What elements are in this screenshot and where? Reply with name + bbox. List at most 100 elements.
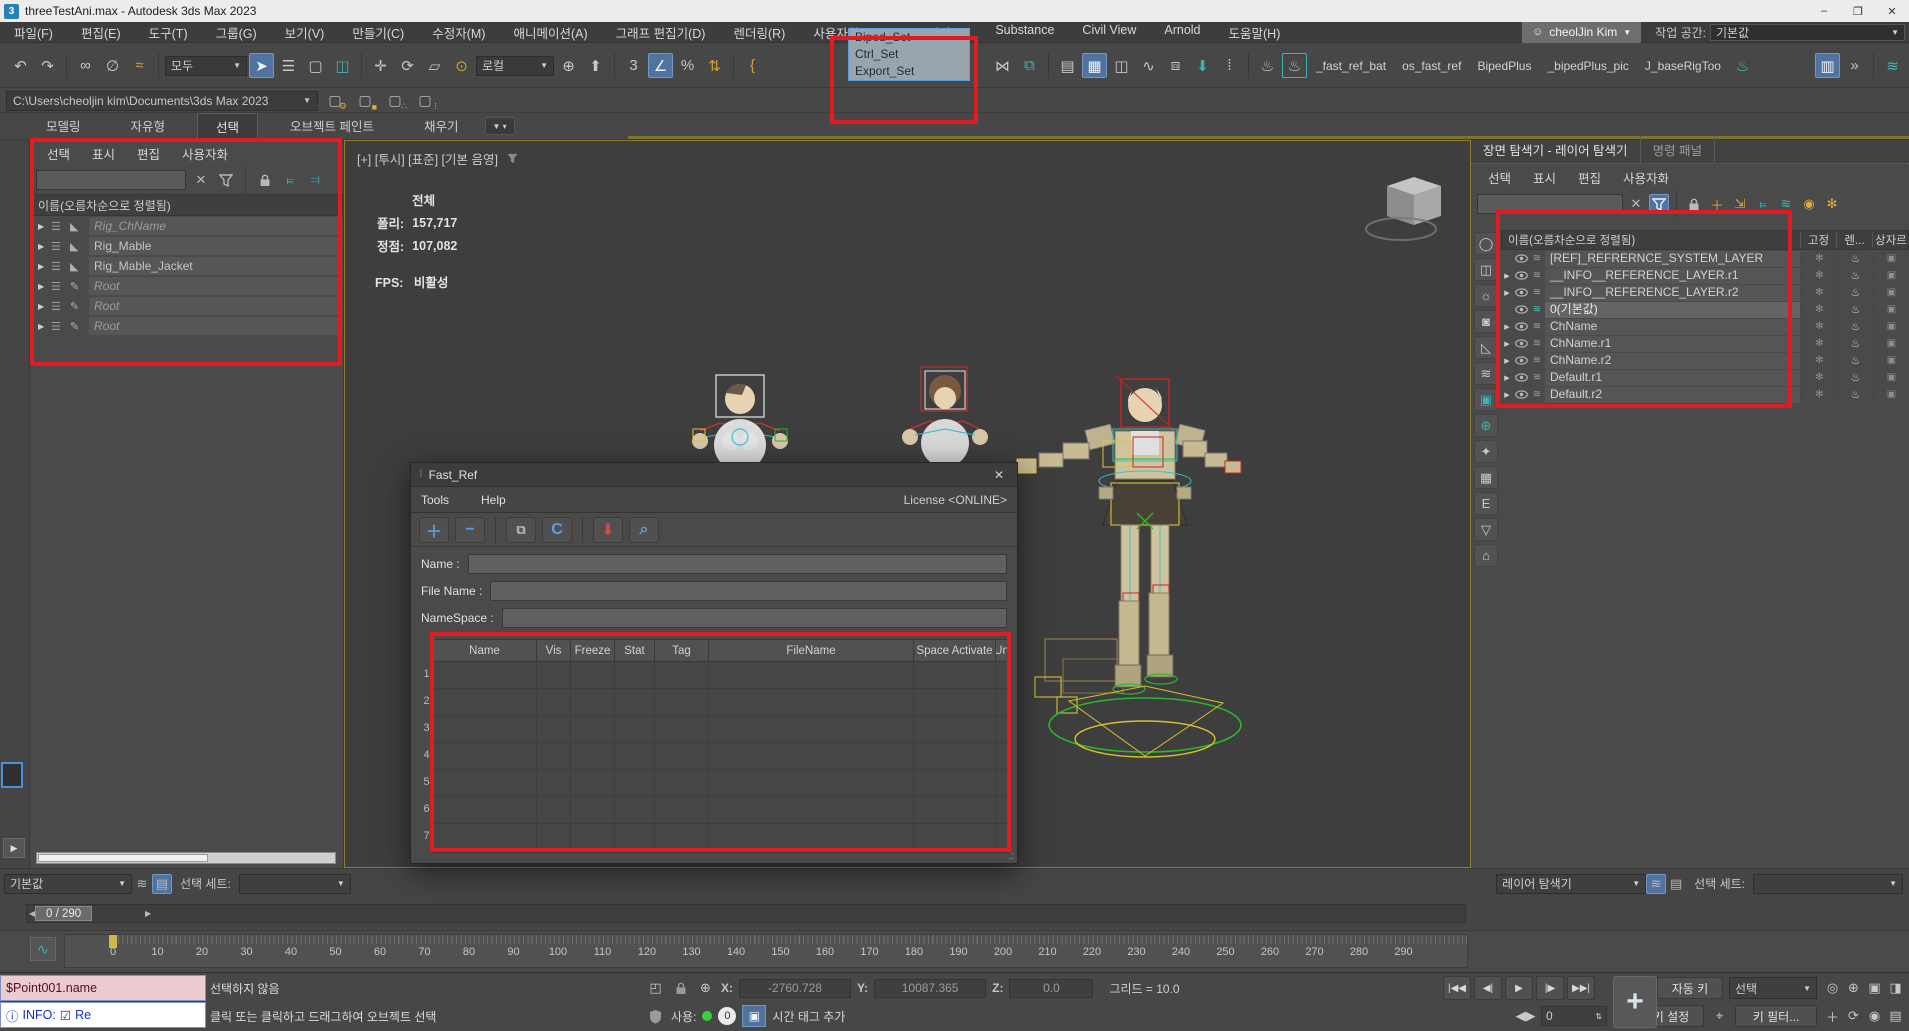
- set-keys-button[interactable]: +: [1613, 976, 1657, 1028]
- display-containers-icon[interactable]: ⊕: [1474, 414, 1498, 437]
- schematic-view-icon[interactable]: ⧈: [1163, 53, 1188, 78]
- script-button[interactable]: _bipedPlus_pic: [1540, 59, 1635, 73]
- redo-icon[interactable]: ↷: [35, 53, 60, 78]
- key-filters-button[interactable]: 키 필터...: [1735, 1005, 1817, 1027]
- add-to-layer-icon[interactable]: ⇲: [1730, 194, 1750, 214]
- layer-row[interactable]: ▶ ≋ __INFO__REFERENCE_LAYER.r2 ✻ ♨ ▣: [1501, 284, 1909, 301]
- layer-name[interactable]: [REF]_REFRERNCE_SYSTEM_LAYER: [1545, 251, 1800, 267]
- render-icon[interactable]: ♨: [1837, 252, 1873, 265]
- unlink-selection-icon[interactable]: ∅: [100, 53, 125, 78]
- script-button[interactable]: os_fast_ref: [1395, 59, 1468, 73]
- x-coordinate-field[interactable]: -2760.728: [739, 979, 851, 998]
- table-column-header[interactable]: FileName: [709, 640, 914, 661]
- time-tag-cube-icon[interactable]: ▣: [742, 1005, 766, 1027]
- menu-item[interactable]: 그룹(G): [202, 23, 271, 42]
- panel-menu-item[interactable]: 선택: [38, 142, 79, 165]
- search-input[interactable]: [1477, 194, 1623, 214]
- render-setup-icon[interactable]: ♨: [1255, 53, 1280, 78]
- table-column-header[interactable]: Tag: [655, 640, 709, 661]
- hierarchy-view-icon[interactable]: ⫢: [1753, 194, 1773, 214]
- transport-button[interactable]: |▶: [1536, 976, 1564, 1000]
- separator[interactable]: [614, 53, 615, 79]
- render-icon[interactable]: ♨: [1837, 388, 1873, 401]
- project-settings-icon[interactable]: ▢⚙: [322, 90, 348, 112]
- import-button[interactable]: ⬇: [593, 517, 623, 543]
- separator[interactable]: [1248, 53, 1249, 79]
- render-icon[interactable]: ♨: [1837, 303, 1873, 316]
- display-spacewarps-icon[interactable]: ≋: [1474, 362, 1498, 385]
- refresh-button[interactable]: C: [542, 517, 572, 543]
- menu-item[interactable]: Substance: [981, 23, 1068, 42]
- project-structure-icon[interactable]: ▢∴: [382, 90, 408, 112]
- dialog-title-bar[interactable]: ⁞⁞ Fast_Ref ✕: [411, 463, 1017, 487]
- ribbon-tab[interactable]: 채우기: [406, 113, 477, 140]
- table-column-header[interactable]: Vis: [537, 640, 571, 661]
- menu-item[interactable]: 수정자(M): [418, 23, 499, 42]
- user-account-menu[interactable]: ☺ cheolJin Kim ▼: [1522, 22, 1641, 43]
- selection-set-combo[interactable]: ▼: [239, 874, 351, 894]
- edit-named-selection-sets-icon[interactable]: {: [740, 53, 765, 78]
- search-button[interactable]: ⌕: [629, 517, 659, 543]
- align-icon[interactable]: ⧉: [1017, 53, 1042, 78]
- eye-toggle-icon[interactable]: ◉: [1799, 194, 1819, 214]
- project-pins-icon[interactable]: ▢⁝: [412, 90, 438, 112]
- walk-keymode-icon[interactable]: ⌖: [1710, 1007, 1729, 1026]
- listener-macro-line[interactable]: $Point001.name: [0, 975, 206, 1001]
- expand-arrow-icon[interactable]: ▶: [38, 302, 48, 311]
- layer-explorer-toggle-icon[interactable]: ▤: [152, 874, 172, 894]
- table-column-header[interactable]: Freeze: [571, 640, 615, 661]
- panel-menu-item[interactable]: 표시: [1524, 166, 1565, 189]
- bind-to-space-warp-icon[interactable]: ≈: [127, 53, 152, 78]
- display-helpers-icon[interactable]: ◺: [1474, 336, 1498, 359]
- name-field[interactable]: [468, 554, 1007, 574]
- dialog-close-button[interactable]: ✕: [989, 468, 1009, 482]
- panel-menu-item[interactable]: 표시: [83, 142, 124, 165]
- menu-item[interactable]: 그래프 편집기(D): [602, 23, 720, 42]
- select-and-link-icon[interactable]: ∞: [73, 53, 98, 78]
- display-lights-icon[interactable]: ☼: [1474, 284, 1498, 307]
- display-cameras-icon[interactable]: ◙: [1474, 310, 1498, 333]
- table-row[interactable]: [433, 716, 1008, 743]
- transport-button[interactable]: ▶▶|: [1567, 976, 1595, 1000]
- select-and-move-icon[interactable]: ✛: [368, 53, 393, 78]
- dropdown-option[interactable]: Export_Set: [849, 63, 969, 80]
- search-input[interactable]: [36, 170, 186, 190]
- listener-info-line[interactable]: ⓘ INFO: ☑ Re: [0, 1002, 206, 1028]
- animate-selected-combo[interactable]: 선택▼: [1729, 977, 1817, 999]
- spinner-snap-icon[interactable]: ⇅: [702, 53, 727, 78]
- table-column-header[interactable]: Stat: [615, 640, 655, 661]
- table-row[interactable]: [433, 770, 1008, 797]
- display-shapes-icon[interactable]: ◫: [1474, 258, 1498, 281]
- expand-arrow-icon[interactable]: ▶: [1501, 289, 1513, 297]
- absolute-mode-icon[interactable]: ⊕: [696, 979, 715, 998]
- separator[interactable]: [361, 53, 362, 79]
- clear-search-icon[interactable]: ✕: [191, 170, 211, 190]
- table-column-header[interactable]: Name: [433, 640, 537, 661]
- scene-object-row[interactable]: ▶ ☰ ◣ Rig_Mable: [30, 236, 343, 256]
- reference-coordinate-combo[interactable]: 로컬▼: [476, 56, 554, 76]
- maxscript-mini-listener[interactable]: $Point001.name ⓘ INFO: ☑ Re: [0, 975, 206, 1030]
- render-production-icon[interactable]: ♨: [1730, 53, 1755, 78]
- panel-menu-item[interactable]: 사용자화: [173, 142, 237, 165]
- angle-snap-icon[interactable]: ∠: [648, 53, 673, 78]
- panel-menu-item[interactable]: 선택: [1479, 166, 1520, 189]
- table-row[interactable]: [433, 689, 1008, 716]
- file-name-field[interactable]: [490, 581, 1007, 601]
- expand-panel-button[interactable]: ▶: [3, 838, 25, 858]
- expand-arrow-icon[interactable]: ▶: [38, 322, 48, 331]
- dialog-menu-item[interactable]: Tools: [421, 493, 463, 507]
- ribbon-toggle-icon[interactable]: ◫: [1109, 53, 1134, 78]
- tab-command-panel[interactable]: 명령 패널: [1640, 136, 1715, 163]
- dropdown-option[interactable]: Ctrl_Set: [849, 46, 969, 63]
- eye-icon[interactable]: [1513, 322, 1529, 331]
- separator[interactable]: [495, 517, 496, 543]
- freeze-toggle-icon[interactable]: ✻: [1822, 194, 1842, 214]
- horizontal-scrollbar[interactable]: [36, 852, 336, 864]
- curve-editor-icon[interactable]: ∿: [1136, 53, 1161, 78]
- box-mode-icon[interactable]: ▣: [1873, 389, 1909, 400]
- lock-icon[interactable]: [1684, 194, 1704, 214]
- y-coordinate-field[interactable]: 10087.365: [874, 979, 986, 998]
- box-mode-icon[interactable]: ▣: [1873, 253, 1909, 264]
- select-and-rotate-icon[interactable]: ⟳: [395, 53, 420, 78]
- expand-arrow-icon[interactable]: ▶: [38, 262, 48, 271]
